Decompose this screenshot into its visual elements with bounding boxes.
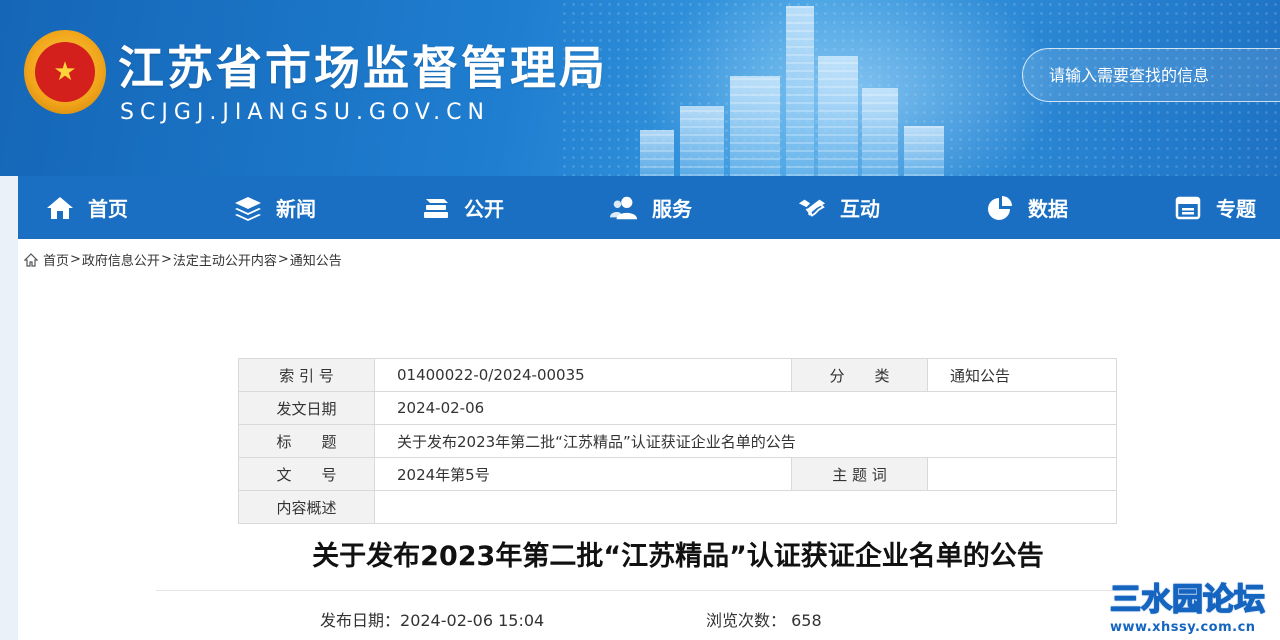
nav-label: 公开 [464, 197, 504, 221]
table-row: 发文日期 2024-02-06 [238, 391, 1117, 425]
summary-label: 内容概述 [238, 490, 375, 524]
nav-label: 首页 [88, 197, 128, 221]
category-label: 分 类 [791, 358, 928, 392]
title-value: 关于发布2023年第二批“江苏精品”认证获证企业名单的公告 [374, 424, 1117, 458]
handshake-icon [798, 194, 826, 222]
national-emblem-icon: ★ [24, 30, 106, 114]
breadcrumb-link-statutory[interactable]: 法定主动公开内容 [173, 250, 277, 269]
view-count-label: 浏览次数： [706, 611, 787, 630]
home-icon [23, 252, 39, 267]
keywords-value [927, 457, 1117, 491]
publish-date-label: 发布日期： [320, 611, 401, 630]
category-value: 通知公告 [927, 358, 1117, 392]
nav-item-service[interactable]: 服务 [610, 176, 692, 239]
index-value: 01400022-0/2024-00035 [374, 358, 792, 392]
nav-item-data[interactable]: 数据 [986, 176, 1068, 239]
breadcrumb-separator: > [277, 252, 289, 267]
site-header: ★ 江苏省市场监督管理局 SCJGJ.JIANGSU.GOV.CN [0, 0, 1280, 176]
breadcrumb-separator: > [160, 252, 172, 267]
table-row: 文 号 2024年第5号 主 题 词 [238, 457, 1117, 491]
doc-number-label: 文 号 [238, 457, 375, 491]
index-label: 索 引 号 [238, 358, 375, 392]
forum-watermark: 三水园论坛 www.xhssy.com.cn [1109, 574, 1280, 635]
building-graphic [786, 6, 814, 176]
window-icon [1174, 194, 1202, 222]
breadcrumb: 首页 > 政府信息公开 > 法定主动公开内容 > 通知公告 [23, 250, 342, 269]
building-graphic [640, 130, 674, 176]
main-nav: 首页 新闻 公开 服务 互动 数据 专题 [18, 176, 1280, 239]
nav-label: 互动 [840, 197, 880, 221]
nav-item-interact[interactable]: 互动 [798, 176, 880, 239]
users-icon [610, 194, 638, 222]
building-graphic [680, 106, 724, 176]
summary-value [374, 490, 1117, 524]
nav-item-topic[interactable]: 专题 [1174, 176, 1256, 239]
search-input[interactable] [1023, 49, 1280, 101]
table-row: 索 引 号 01400022-0/2024-00035 分 类 通知公告 [238, 358, 1117, 392]
document-info-table: 索 引 号 01400022-0/2024-00035 分 类 通知公告 发文日… [238, 358, 1117, 524]
article-title: 关于发布2023年第二批“江苏精品”认证获证企业名单的公告 [312, 541, 1044, 572]
nav-label: 专题 [1216, 197, 1256, 221]
breadcrumb-link-gov-info[interactable]: 政府信息公开 [82, 250, 160, 269]
title-label: 标 题 [238, 424, 375, 458]
date-label: 发文日期 [238, 391, 375, 425]
divider [156, 590, 1120, 591]
nav-item-home[interactable]: 首页 [46, 176, 128, 239]
nav-label: 新闻 [276, 197, 316, 221]
breadcrumb-link-notices[interactable]: 通知公告 [290, 250, 342, 269]
building-graphic [730, 76, 780, 176]
table-row: 内容概述 [238, 490, 1117, 524]
building-graphic [862, 88, 898, 176]
view-count: 浏览次数： 658 [706, 607, 822, 631]
search-box[interactable] [1022, 48, 1280, 102]
breadcrumb-link-home[interactable]: 首页 [43, 250, 69, 269]
doc-number-value: 2024年第5号 [374, 457, 792, 491]
watermark-text: 三水园论坛 [1109, 581, 1266, 619]
building-graphic [818, 56, 858, 176]
nav-label: 数据 [1028, 197, 1068, 221]
nav-item-news[interactable]: 新闻 [234, 176, 316, 239]
home-icon [46, 194, 74, 222]
pie-chart-icon [986, 194, 1014, 222]
layers-icon [234, 194, 262, 222]
table-row: 标 题 关于发布2023年第二批“江苏精品”认证获证企业名单的公告 [238, 424, 1117, 458]
publish-date-value: 2024-02-06 15:04 [400, 611, 545, 630]
keywords-label: 主 题 词 [791, 457, 928, 491]
view-count-value: 658 [791, 611, 822, 630]
book-stack-icon [422, 194, 450, 222]
site-title: 江苏省市场监督管理局 [118, 41, 608, 95]
nav-item-open[interactable]: 公开 [422, 176, 504, 239]
nav-label: 服务 [652, 197, 692, 221]
breadcrumb-separator: > [70, 252, 81, 267]
date-value: 2024-02-06 [374, 391, 1117, 425]
watermark-url: www.xhssy.com.cn [1110, 620, 1256, 635]
publish-date: 发布日期：2024-02-06 15:04 [320, 607, 544, 631]
building-graphic [904, 126, 944, 176]
site-domain: SCJGJ.JIANGSU.GOV.CN [120, 100, 490, 125]
